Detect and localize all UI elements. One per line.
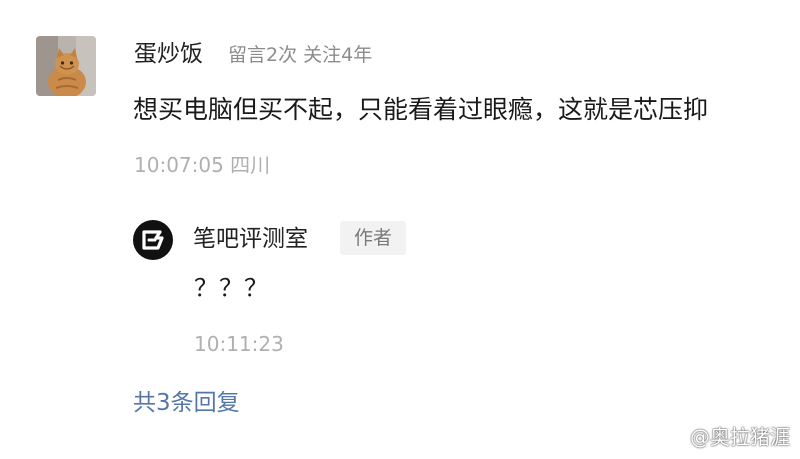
user-avatar[interactable]	[36, 36, 96, 96]
reply-avatar[interactable]	[133, 220, 173, 260]
view-more-replies-link[interactable]: 共3条回复	[133, 386, 240, 420]
comment-timestamp: 10:07:05 四川	[134, 153, 271, 177]
reply-text: ？？？	[194, 274, 269, 302]
author-badge: 作者	[340, 221, 406, 255]
bibar-logo-icon	[133, 220, 173, 260]
weibo-icon	[658, 425, 686, 449]
cat-avatar-image	[36, 36, 96, 96]
comment-card: 蛋炒饭 留言2次 关注4年 想买电脑但买不起，只能看着过眼瘾，这就是芯压抑 10…	[0, 0, 800, 459]
reply-username[interactable]: 笔吧评测室	[193, 223, 308, 255]
comment-text: 想买电脑但买不起，只能看着过眼瘾，这就是芯压抑	[133, 95, 709, 124]
watermark-text: @奥拉猪涯	[690, 425, 790, 449]
watermark: @奥拉猪涯	[658, 420, 790, 454]
reply-timestamp: 10:11:23	[194, 332, 284, 356]
comment-username[interactable]: 蛋炒饭	[134, 38, 203, 70]
comment-user-meta: 留言2次 关注4年	[228, 44, 373, 66]
